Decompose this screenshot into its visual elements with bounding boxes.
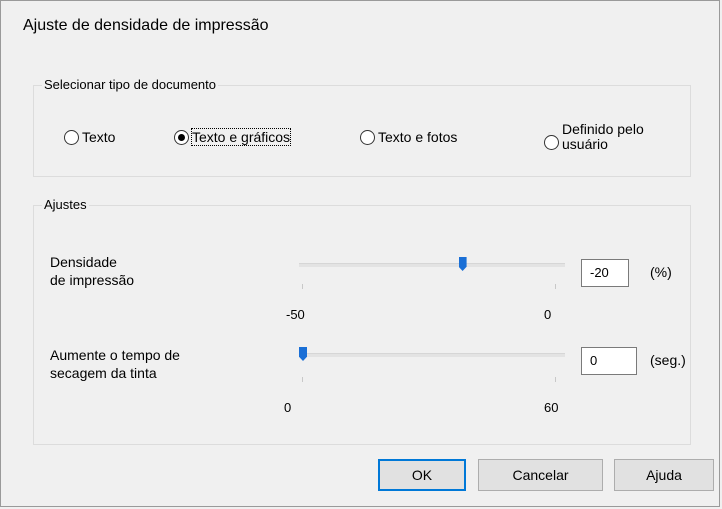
drying-tick-min (302, 377, 303, 382)
radio-definido-pelo-usuario[interactable]: Definido pelo usuário (544, 122, 644, 152)
document-type-group: Selecionar tipo de documento Texto Texto… (33, 77, 691, 177)
radio-texto[interactable]: Texto (64, 129, 115, 145)
drying-time-unit: (seg.) (650, 352, 686, 368)
density-label: Densidade de impressão (50, 254, 135, 288)
radio-texto-e-graficos[interactable]: Texto e gráficos (174, 128, 292, 146)
drying-time-label: Aumente o tempo de secagem da tinta (50, 347, 180, 381)
drying-time-slider-track[interactable] (299, 353, 565, 357)
drying-tick-max (555, 377, 556, 382)
drying-time-value-field[interactable]: 0 (581, 347, 637, 375)
radio-texto-e-fotos-circle[interactable] (360, 129, 375, 145)
settings-group: Ajustes (33, 197, 691, 445)
density-max-label: 0 (544, 307, 552, 322)
radio-texto-label[interactable]: Texto (82, 129, 115, 145)
density-unit: (%) (650, 264, 672, 280)
density-value-field[interactable]: -20 (581, 259, 629, 287)
radio-definido-pelo-usuario-circle[interactable] (544, 134, 559, 150)
drying-time-max-label: 60 (544, 400, 559, 415)
radio-texto-e-fotos-label[interactable]: Texto e fotos (378, 129, 457, 145)
help-button[interactable]: Ajuda (614, 459, 714, 491)
drying-time-min-label: 0 (284, 400, 292, 415)
radio-texto-e-graficos-label[interactable]: Texto e gráficos (190, 128, 292, 146)
ok-button[interactable]: OK (378, 459, 466, 491)
radio-texto-e-fotos[interactable]: Texto e fotos (360, 129, 457, 145)
radio-definido-pelo-usuario-label[interactable]: Definido pelo usuário (562, 122, 644, 152)
document-type-group-label: Selecionar tipo de documento (42, 77, 219, 92)
radio-texto-e-graficos-circle[interactable] (174, 129, 189, 145)
dialog-title: Ajuste de densidade de impressão (23, 17, 269, 34)
cancel-button[interactable]: Cancelar (478, 459, 603, 491)
density-tick-min (302, 284, 303, 289)
density-tick-max (555, 284, 556, 289)
density-min-label: -50 (286, 307, 305, 322)
print-density-dialog: Ajuste de densidade de impressão Selecio… (0, 0, 720, 507)
density-slider-track[interactable] (299, 263, 565, 267)
settings-group-label: Ajustes (42, 197, 89, 212)
radio-texto-circle[interactable] (64, 129, 79, 145)
